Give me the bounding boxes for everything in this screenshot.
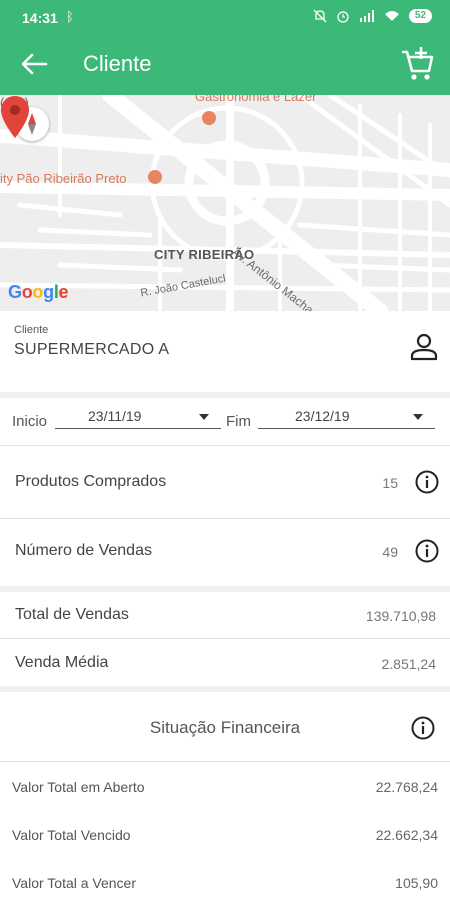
person-icon[interactable] [408,331,440,363]
start-date-value: 23/11/19 [88,408,142,424]
overdue-total-label: Valor Total Vencido [12,827,131,843]
end-date-label: Fim [226,413,251,430]
divider [0,445,450,446]
status-icons: 52 [313,9,432,23]
wifi-icon [384,11,399,21]
due-total-label: Valor Total a Vencer [12,875,137,891]
overdue-total-value: 22.662,34 [375,827,438,843]
sales-count-label: Número de Vendas [15,542,152,559]
signal-icon [359,10,374,22]
map-label-poi-top: Gastronomia e Lazer [195,95,317,104]
average-sale-value: 2.851,24 [381,656,437,672]
client-label: Cliente [14,324,49,336]
total-sales-label: Total de Vendas [15,606,129,623]
battery-level: 52 [408,9,432,23]
client-name: SUPERMERCADO A [14,341,170,358]
divider [0,761,450,762]
sales-count-value: 49 [382,544,398,560]
start-date-label: Inicio [12,413,48,430]
info-icon[interactable] [415,470,439,494]
status-bar: 14:31 ᛒ 52 [0,0,450,34]
location-marker-icon[interactable] [0,95,30,139]
alarm-icon [337,11,349,23]
products-purchased-label: Produtos Comprados [15,473,167,490]
divider [0,638,450,639]
map-label-poi-left: ity Pão Ribeirão Preto [0,171,127,186]
total-sales-value: 139.710,98 [365,608,436,624]
bluetooth-icon: ᛒ [66,9,74,24]
page-title: Cliente [83,51,152,76]
map-view[interactable]: (S-6) Gastronomia e Lazer ity Pão Ribeir… [0,95,450,311]
section-separator [0,686,450,692]
end-date-value: 23/12/19 [295,408,350,424]
section-separator [0,392,450,398]
bakery-pin-icon [148,170,162,184]
open-total-value: 22.768,24 [375,779,438,795]
products-purchased-value: 15 [382,475,398,491]
start-date-dropdown[interactable]: 23/11/19 [55,408,221,429]
end-date-dropdown[interactable]: 23/12/19 [258,408,435,429]
average-sale-label: Venda Média [15,654,109,671]
chevron-down-icon [413,414,423,420]
divider [0,518,450,519]
info-icon[interactable] [415,539,439,563]
chevron-down-icon [199,414,209,420]
google-logo: Google [8,282,69,302]
open-total-label: Valor Total em Aberto [12,779,145,795]
status-time: 14:31 [22,10,58,26]
section-separator [0,586,450,592]
add-to-cart-icon[interactable] [400,46,434,82]
info-icon[interactable] [411,716,435,740]
due-total-value: 105,90 [395,875,438,891]
mute-icon [313,9,327,23]
app-bar: 14:31 ᛒ 52 Cliente [0,0,450,95]
back-arrow-icon[interactable] [20,52,48,76]
financial-situation-title: Situação Financeira [149,718,301,737]
restaurant-pin-icon [202,111,216,125]
